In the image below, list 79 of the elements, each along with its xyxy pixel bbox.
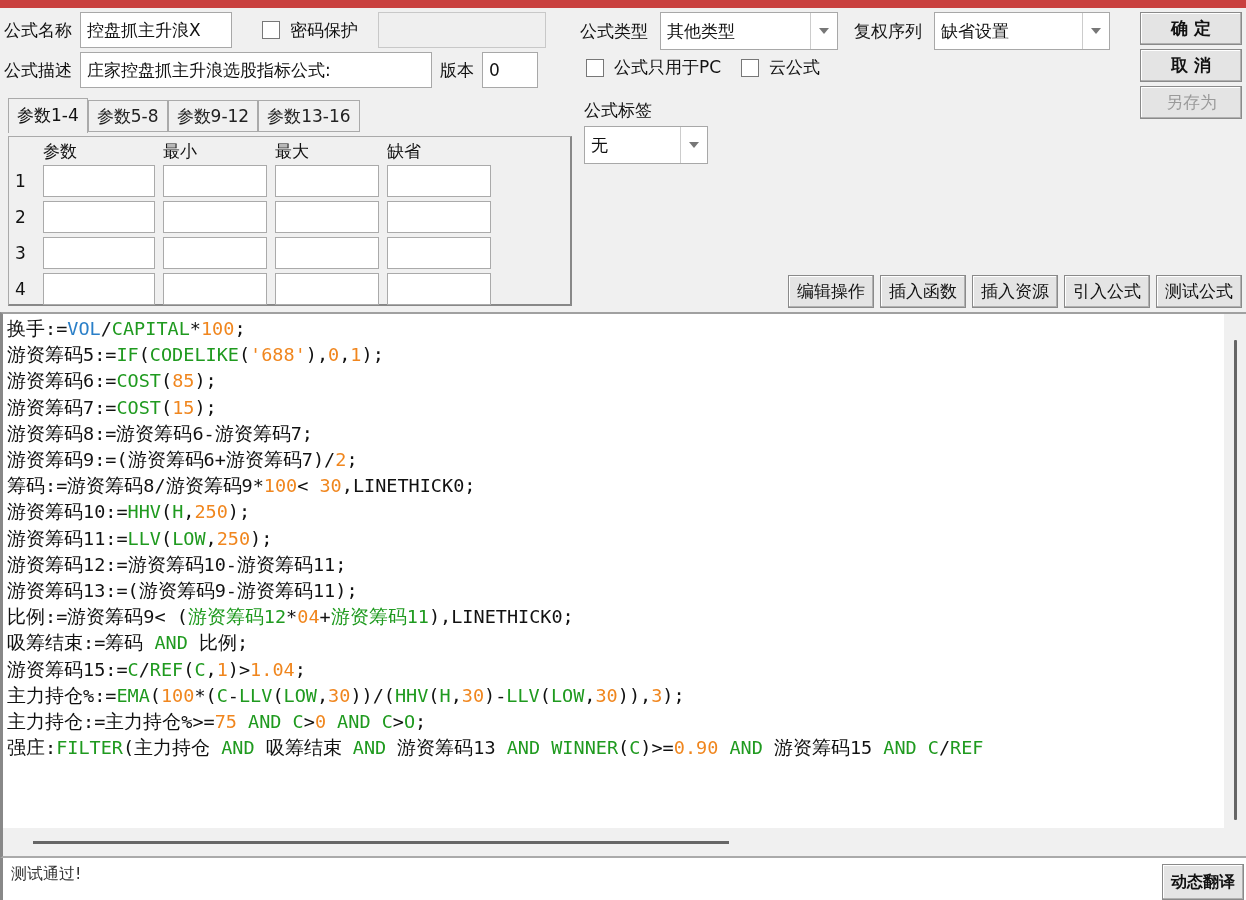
param-input[interactable] (275, 237, 379, 269)
param-input[interactable] (275, 201, 379, 233)
version-field[interactable]: 0 (482, 52, 538, 88)
checkbox[interactable] (262, 21, 280, 39)
password-field[interactable] (378, 12, 546, 48)
param-input[interactable] (275, 165, 379, 197)
field-label: 版本 (440, 58, 474, 82)
param-input[interactable] (43, 165, 155, 197)
code-line: 筹码:=游资筹码8/游资筹码9*100< 30,LINETHICK0; (7, 474, 477, 499)
name-field[interactable]: 控盘抓主升浪X (80, 12, 232, 48)
dropdown-arrow-icon (819, 28, 829, 34)
vertical-scrollbar[interactable] (1224, 314, 1246, 828)
horizontal-scrollbar[interactable] (0, 828, 1246, 858)
code-line: 游资筹码9:=(游资筹码6+游资筹码7)/2; (7, 448, 359, 472)
code-line: 游资筹码8:=游资筹码6-游资筹码7; (7, 421, 314, 446)
translate-button[interactable]: 动态翻译 (1162, 864, 1244, 900)
toolbar-button[interactable]: 插入资源 (972, 275, 1058, 308)
param-input[interactable] (43, 273, 155, 305)
checkbox[interactable] (741, 58, 760, 77)
code-line: 游资筹码5:=IF(CODELIKE('688'),0,1); (7, 343, 385, 368)
toolbar-button[interactable]: 测试公式 (1156, 275, 1242, 308)
code-line: 吸筹结束:=筹码 AND 比例; (7, 631, 250, 656)
checkbox[interactable] (586, 58, 604, 77)
code-line: 游资筹码12:=游资筹码10-游资筹码11; (7, 552, 348, 577)
field-label: 复权序列 (854, 19, 922, 43)
column-header: 参数 (43, 141, 78, 161)
param-input[interactable] (387, 273, 491, 305)
toolbar-button[interactable]: 插入函数 (880, 275, 966, 308)
field-label: 公式标签 (583, 99, 652, 122)
param-input[interactable] (387, 201, 491, 233)
code-line: 游资筹码15:=C/REF(C,1)>1.04; (7, 657, 307, 682)
field-label: 公式类型 (580, 19, 648, 43)
row-number: 2 (15, 207, 27, 227)
param-input[interactable] (43, 237, 155, 269)
param-input[interactable] (387, 237, 491, 269)
checkbox-label: 公式只用于PC (614, 56, 722, 79)
code-line: 游资筹码13:=(游资筹码9-游资筹码11); (7, 579, 359, 604)
param-tab[interactable]: 参数9-12 (167, 100, 259, 132)
row-number: 1 (15, 171, 27, 191)
column-header: 最小 (163, 141, 198, 161)
tag-select[interactable]: 无 (584, 126, 708, 164)
description-field[interactable]: 庄家控盘抓主升浪选股指标公式: (80, 52, 432, 88)
param-input[interactable] (163, 201, 267, 233)
code-line: 游资筹码7:=COST(15); (7, 395, 218, 420)
checkbox-label: 云公式 (769, 56, 821, 79)
toolbar-button[interactable]: 编辑操作 (788, 275, 874, 308)
code-line: 主力持仓:=主力持仓%>=75 AND C>0 AND C>O; (7, 710, 428, 735)
param-input[interactable] (275, 273, 379, 305)
param-input[interactable] (387, 165, 491, 197)
code-editor[interactable] (0, 312, 1246, 828)
param-input[interactable] (163, 237, 267, 269)
dialog-button[interactable]: 确 定 (1140, 12, 1242, 45)
row-number: 3 (15, 243, 27, 263)
param-input[interactable] (43, 201, 155, 233)
formula-type-select[interactable]: 其他类型 (660, 12, 838, 50)
dialog-button[interactable]: 取 消 (1140, 49, 1242, 82)
status-message: 测试通过! (10, 863, 83, 885)
code-line: 强庄:FILTER(主力持仓 AND 吸筹结束 AND 游资筹码13 AND WINNER(C)>=0.90 AND 游资筹码15 AND C/REF (7, 736, 985, 761)
code-line: 游资筹码10:=HHV(H,250); (7, 500, 252, 525)
code-line: 主力持仓%:=EMA(100*(C-LLV(LOW,30))/(HHV(H,30)-LLV(LOW,30)),3); (7, 683, 686, 708)
code-line: 游资筹码6:=COST(85); (7, 369, 218, 394)
param-tab[interactable]: 参数5-8 (87, 100, 168, 132)
field-label: 公式描述 (4, 58, 72, 82)
param-input[interactable] (163, 165, 267, 197)
dropdown-arrow-icon (1091, 28, 1101, 34)
column-header: 最大 (275, 141, 310, 161)
row-number: 4 (15, 279, 27, 299)
checkbox-label: 密码保护 (290, 18, 358, 42)
column-header: 缺省 (387, 141, 422, 161)
dropdown-arrow-icon (689, 142, 699, 148)
param-tab[interactable]: 参数1-4 (8, 98, 88, 133)
code-line: 换手:=VOL/CAPITAL*100; (7, 317, 247, 341)
code-line: 比例:=游资筹码9< (游资筹码12*04+游资筹码11),LINETHICK0; (7, 605, 575, 630)
field-label: 公式名称 (4, 18, 72, 42)
rights-order-select[interactable]: 缺省设置 (934, 12, 1110, 50)
code-line: 游资筹码11:=LLV(LOW,250); (7, 526, 274, 551)
param-tab[interactable]: 参数13-16 (258, 100, 360, 132)
param-input[interactable] (163, 273, 267, 305)
toolbar-button[interactable]: 引入公式 (1064, 275, 1150, 308)
